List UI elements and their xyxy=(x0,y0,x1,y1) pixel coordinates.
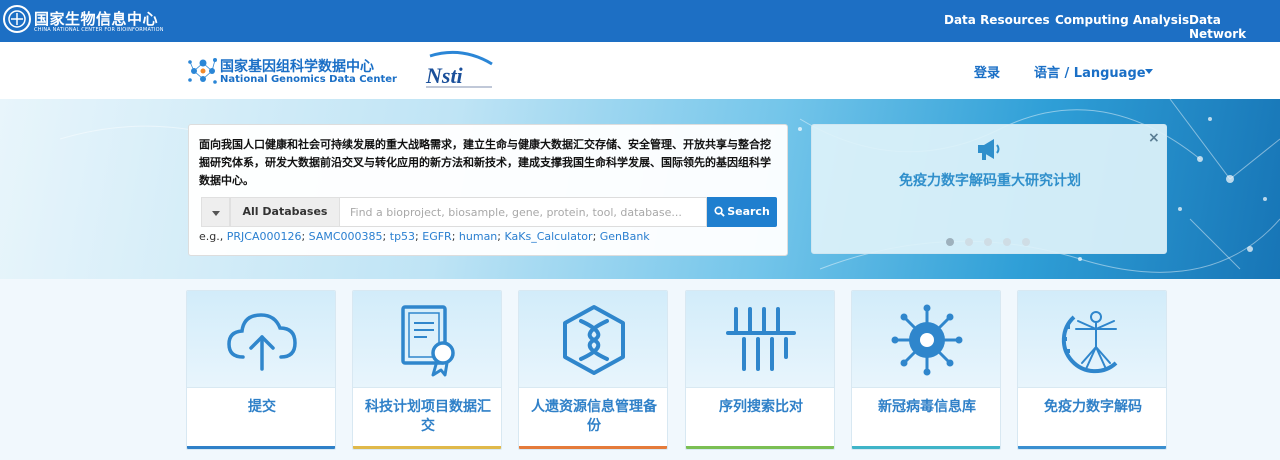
top-bar: 国家生物信息中心 CHINA NATIONAL CENTER FOR BIOIN… xyxy=(0,0,1280,42)
card-accent-line xyxy=(686,446,834,449)
search-examples: e.g., PRJCA000126; SAMC000385; tp53; EGF… xyxy=(199,230,650,243)
service-card-project-data[interactable]: 科技计划项目数据汇交 xyxy=(352,290,502,450)
service-card-label: 提交 xyxy=(248,399,276,415)
search-icon xyxy=(714,206,725,217)
example-link[interactable]: SAMC000385 xyxy=(309,230,383,243)
caret-down-icon xyxy=(212,211,220,216)
cnbc-logo-icon[interactable] xyxy=(2,4,32,34)
service-card-label: 人遗资源信息管理备份 xyxy=(531,399,657,434)
example-link[interactable]: KaKs_Calculator xyxy=(504,230,592,243)
search-input[interactable] xyxy=(340,197,707,227)
service-card-immunity-decoding[interactable]: 免疫力数字解码 xyxy=(1017,290,1167,450)
org-subtitle: CHINA NATIONAL CENTER FOR BIOINFORMATION xyxy=(34,27,164,33)
nav-computing-analysis[interactable]: Computing Analysis xyxy=(1055,13,1189,27)
vitruvian-icon xyxy=(1061,311,1118,374)
examples-prefix: e.g., xyxy=(199,230,224,243)
carousel-dot[interactable] xyxy=(1022,238,1030,246)
service-card-sequence-search[interactable]: 序列搜索比对 xyxy=(685,290,835,450)
chevron-down-icon[interactable] xyxy=(1145,69,1153,74)
search-panel: 面向我国人口健康和社会可持续发展的重大战略需求，建立生命与健康大数据汇交存储、安… xyxy=(188,124,788,256)
site-header: 国家基因组科学数据中心 National Genomics Data Cente… xyxy=(0,42,1280,99)
carousel-dot[interactable] xyxy=(1003,238,1011,246)
example-link[interactable]: tp53 xyxy=(390,230,415,243)
carousel-dot[interactable] xyxy=(984,238,992,246)
service-card-human-genetic[interactable]: 人遗资源信息管理备份 xyxy=(518,290,668,450)
login-link[interactable]: 登录 xyxy=(974,62,1000,81)
center-name-cn[interactable]: 国家基因组科学数据中心 xyxy=(220,56,374,76)
example-link[interactable]: human xyxy=(459,230,497,243)
virus-icon xyxy=(891,304,963,376)
card-accent-line xyxy=(187,446,335,449)
card-accent-line xyxy=(519,446,667,449)
card-accent-line xyxy=(852,446,1000,449)
megaphone-icon xyxy=(978,139,1000,160)
nav-data-resources[interactable]: Data Resources xyxy=(944,13,1050,27)
service-card-covid-database[interactable]: 新冠病毒信息库 xyxy=(851,290,1001,450)
example-link[interactable]: GenBank xyxy=(600,230,650,243)
search-button-label: Search xyxy=(727,205,770,218)
dna-hexagon-icon xyxy=(563,305,625,375)
service-card-submit[interactable]: 提交 xyxy=(186,290,336,450)
sequence-bars-icon xyxy=(726,307,796,371)
ngdc-molecule-icon[interactable] xyxy=(186,54,220,88)
service-card-label: 序列搜索比对 xyxy=(719,399,803,415)
database-selector[interactable]: All Databases xyxy=(230,197,340,227)
language-dropdown[interactable]: 语言 / Language xyxy=(1034,62,1146,81)
service-card-label: 科技计划项目数据汇交 xyxy=(365,399,491,434)
card-accent-line xyxy=(353,446,501,449)
carousel-indicators xyxy=(946,231,1041,250)
database-dropdown-toggle[interactable] xyxy=(201,197,230,227)
close-icon[interactable]: × xyxy=(1148,130,1160,146)
search-button[interactable]: Search xyxy=(707,197,777,227)
example-link[interactable]: EGFR xyxy=(422,230,451,243)
carousel-dot[interactable] xyxy=(965,238,973,246)
nav-data-network[interactable]: Data Network xyxy=(1189,13,1280,41)
card-accent-line xyxy=(1018,446,1166,449)
certificate-icon xyxy=(401,305,455,377)
service-card-label: 免疫力数字解码 xyxy=(1044,399,1142,415)
mission-statement: 面向我国人口健康和社会可持续发展的重大战略需求，建立生命与健康大数据汇交存储、安… xyxy=(199,138,771,187)
svg-text:Nsti: Nsti xyxy=(425,63,464,88)
carousel-slide-title[interactable]: 免疫力数字解码重大研究计划 xyxy=(812,170,1168,190)
carousel-dot[interactable] xyxy=(946,238,954,246)
example-link[interactable]: PRJCA000126 xyxy=(227,230,302,243)
nsti-logo-icon[interactable]: Nsti xyxy=(422,50,496,92)
announcement-carousel: × 免疫力数字解码重大研究计划 xyxy=(811,124,1167,254)
center-name-en[interactable]: National Genomics Data Center xyxy=(220,74,397,85)
cloud-upload-icon xyxy=(227,313,297,371)
service-card-label: 新冠病毒信息库 xyxy=(878,399,976,415)
org-title[interactable]: 国家生物信息中心 xyxy=(34,8,158,29)
